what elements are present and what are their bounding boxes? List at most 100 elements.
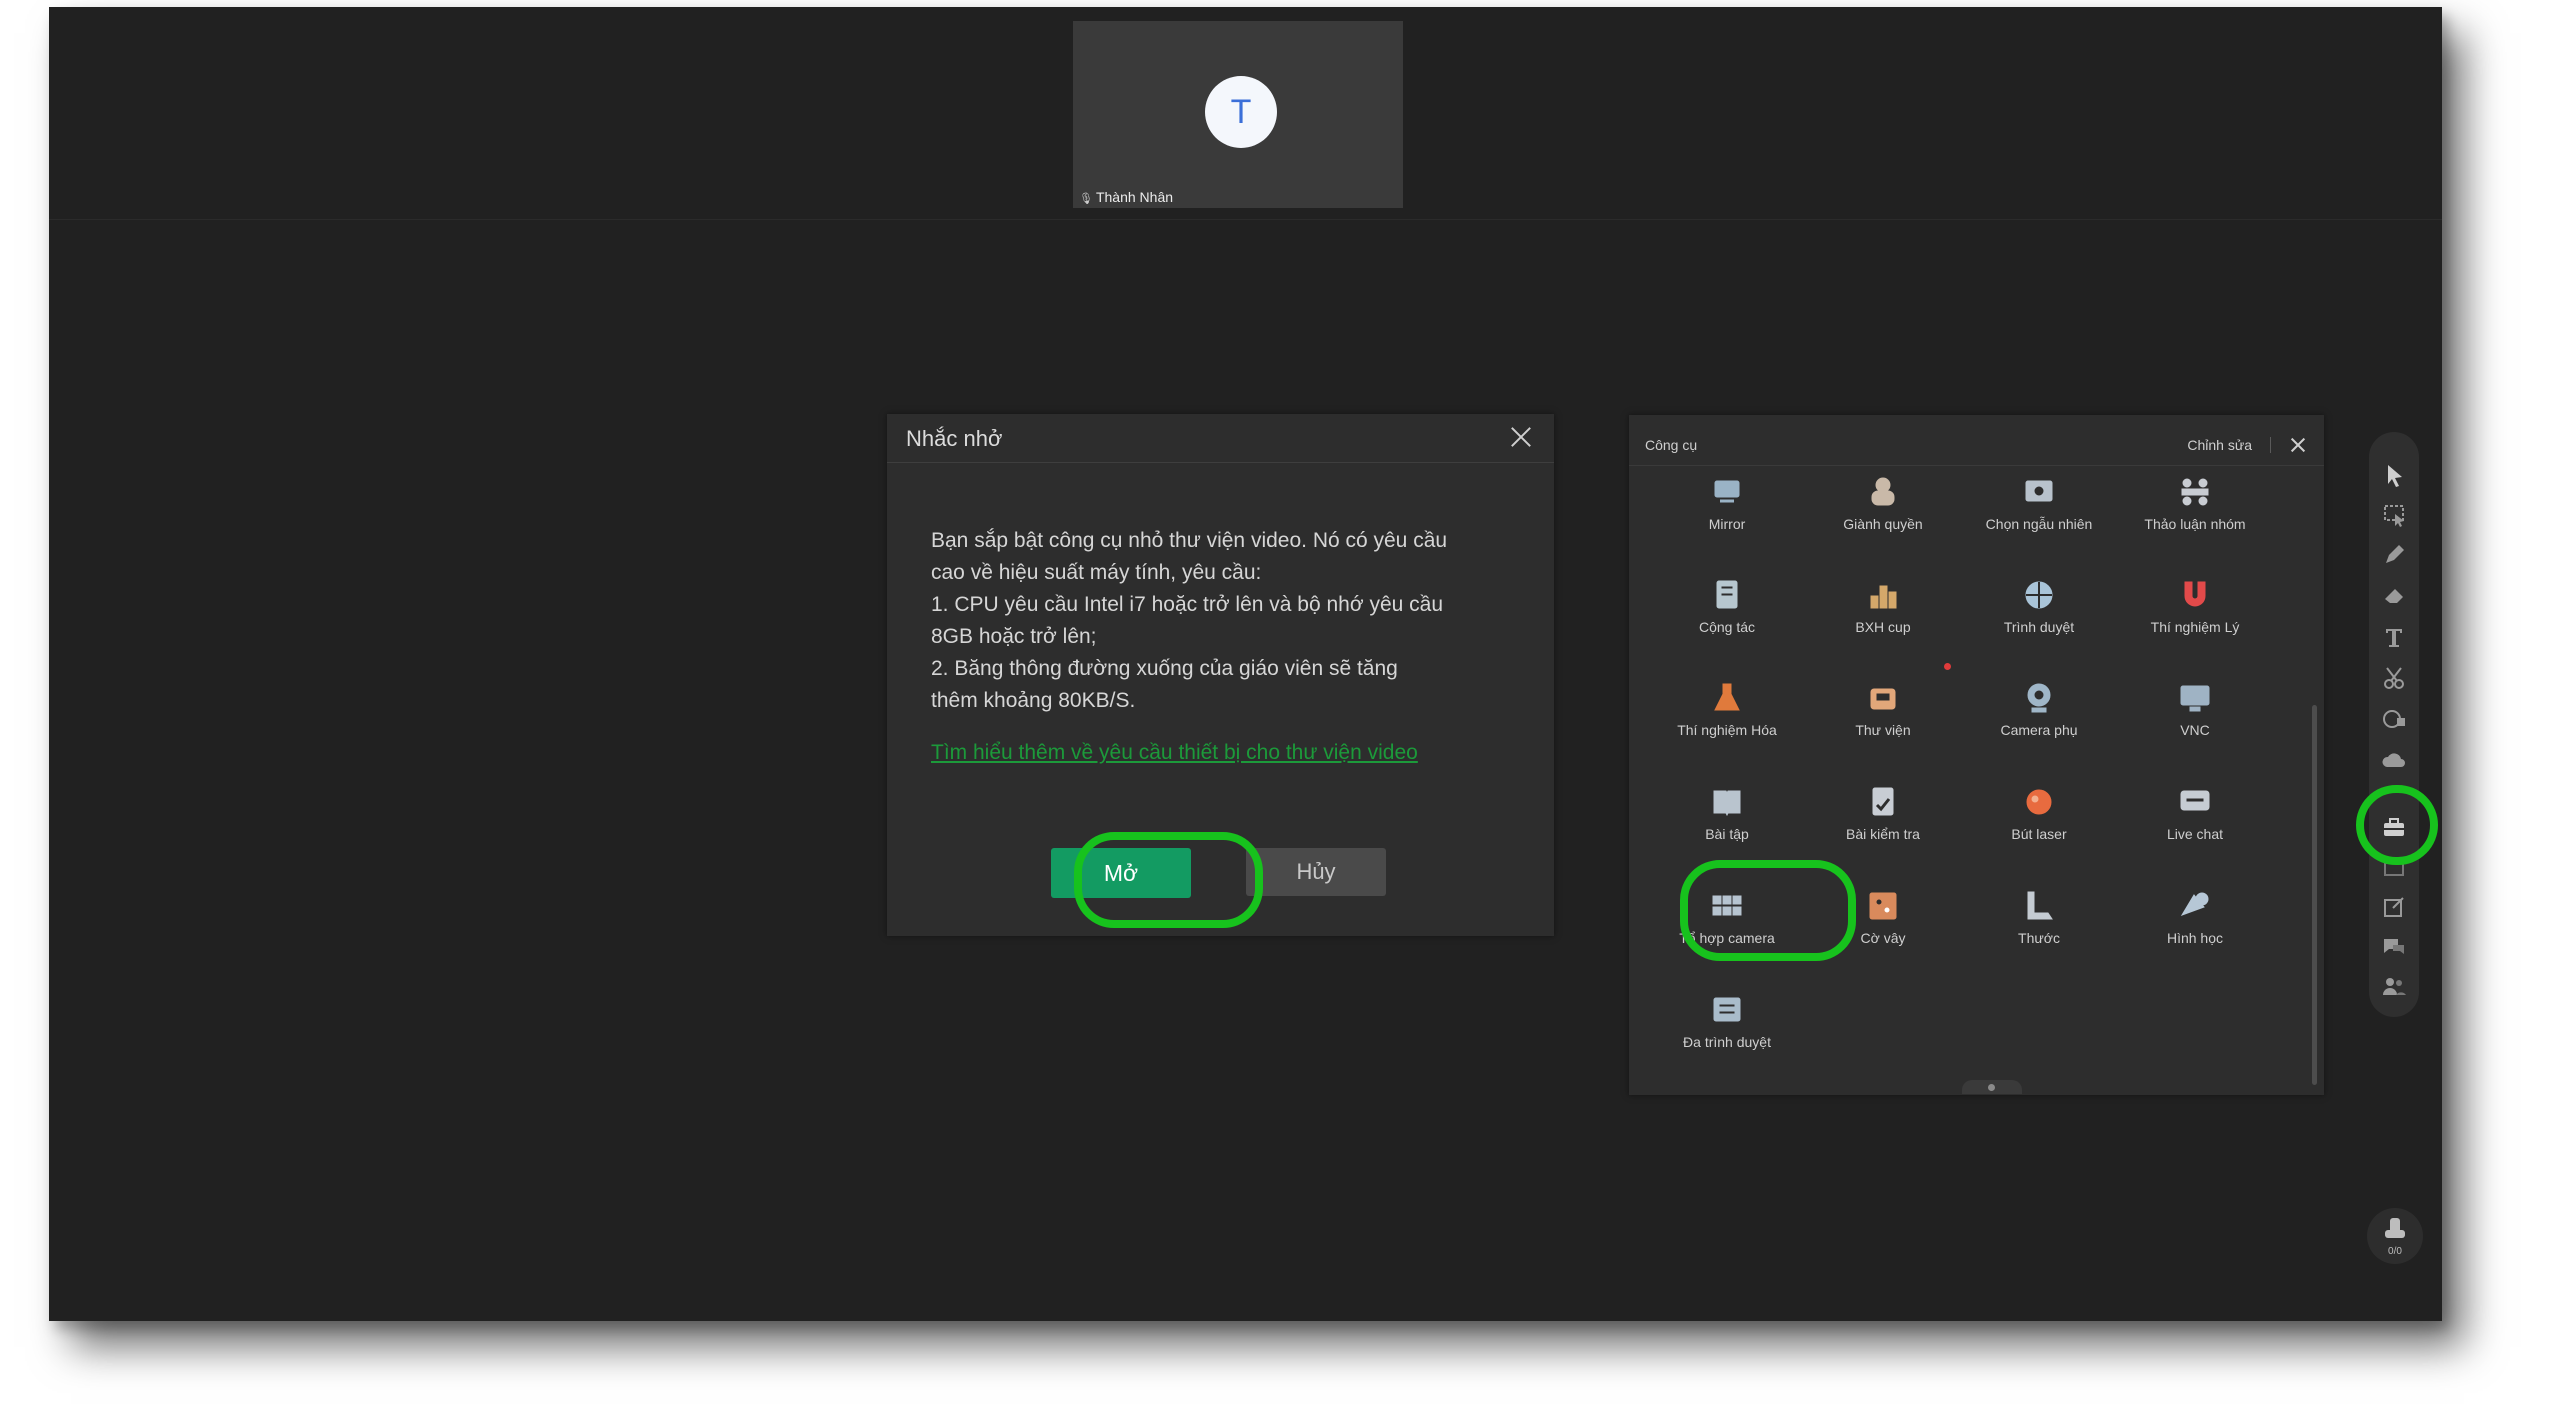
users-icon[interactable] — [2381, 974, 2407, 1000]
dialog-title: Nhắc nhở — [906, 426, 1003, 451]
expand-handle[interactable] — [1962, 1080, 2022, 1094]
scrollbar[interactable] — [2312, 705, 2317, 1085]
live-chat-icon — [2180, 790, 2210, 811]
divider — [1629, 465, 2324, 466]
collaborate-icon — [1716, 580, 1738, 609]
pen-icon[interactable] — [2381, 542, 2407, 568]
tool-item[interactable]: Thí nghiệm Hóa — [1649, 681, 1805, 761]
group-discussion-icon — [2181, 478, 2209, 506]
leaderboard-icon — [1870, 585, 1897, 609]
message-line: cao về hiệu suất máy tính, yêu cầu: — [931, 561, 1262, 584]
tool-item[interactable]: Hình học — [2117, 889, 2273, 969]
close-icon[interactable] — [1506, 422, 1536, 452]
select-icon[interactable] — [2381, 502, 2407, 528]
tool-item[interactable]: Thước — [1961, 889, 2117, 969]
message-line: Bạn sắp bật công cụ nhỏ thư viện video. … — [931, 529, 1448, 552]
browser-icon — [2025, 581, 2053, 609]
tool-item[interactable]: Chọn ngẫu nhiên — [1961, 475, 2117, 555]
tool-item[interactable]: VNC — [2117, 681, 2273, 761]
tool-label: Giành quyền — [1843, 516, 1923, 532]
highlight-camera-grid-tool — [1680, 860, 1856, 961]
tool-item[interactable]: Giành quyền — [1805, 475, 1961, 555]
tool-label: VNC — [2180, 722, 2210, 738]
tool-item[interactable]: Mirror — [1649, 475, 1805, 555]
mic-icon: 🎙 — [1079, 193, 1093, 205]
test-icon — [1872, 787, 1894, 816]
tool-label: Hình học — [2166, 930, 2224, 946]
highlight-open-button — [1074, 832, 1263, 928]
tool-label: Camera phụ — [2000, 722, 2078, 738]
tool-label: BXH cup — [1855, 619, 1911, 635]
chat-icon[interactable] — [2381, 934, 2407, 960]
message-line: 8GB hoặc trở lên; — [931, 625, 1097, 648]
tool-label: Thư viện — [1855, 722, 1911, 738]
tool-label: Mirror — [1708, 516, 1746, 532]
tool-label: Thí nghiệm Hóa — [1677, 722, 1777, 738]
hand-icon — [2385, 1218, 2405, 1238]
tool-item[interactable]: Cộng tác — [1649, 578, 1805, 658]
tool-item[interactable]: Thảo luận nhóm — [2117, 475, 2273, 555]
divider — [49, 219, 2442, 220]
magnet-icon — [2184, 581, 2206, 607]
tool-item[interactable]: Trình duyệt — [1961, 578, 2117, 658]
tool-item[interactable]: Live chat — [2117, 785, 2273, 865]
shape-icon[interactable] — [2381, 706, 2407, 732]
random-pick-icon — [2025, 480, 2053, 502]
tool-label: Đa trình duyệt — [1683, 1034, 1771, 1050]
learn-more-link[interactable]: Tìm hiểu thêm về yêu cầu thiết bị cho th… — [931, 741, 1418, 765]
tool-item[interactable]: Thí nghiệm Lý — [2117, 578, 2273, 658]
tool-label: Bài kiểm tra — [1846, 826, 1920, 842]
counter-label: 0/0 — [2388, 1246, 2402, 1257]
tool-item[interactable]: Bài tập — [1649, 785, 1805, 865]
eraser-icon[interactable] — [2381, 582, 2407, 608]
multi-browser-icon — [1713, 997, 1741, 1022]
scissors-icon[interactable] — [2381, 665, 2407, 691]
text-icon[interactable] — [2381, 624, 2407, 650]
highlight-toolbox-button — [2356, 785, 2438, 865]
laser-pen-icon — [2026, 789, 2052, 815]
ruler-icon — [2027, 891, 2053, 920]
message-line: 2. Băng thông đường xuống của giáo viên … — [931, 657, 1398, 680]
library-icon — [1870, 688, 1896, 710]
vnc-icon — [2180, 685, 2210, 712]
message-line: thêm khoảng 80KB/S. — [931, 689, 1136, 712]
tool-label: Thảo luận nhóm — [2144, 516, 2246, 532]
close-icon[interactable] — [2288, 435, 2308, 455]
message-line: 1. CPU yêu cầu Intel i7 hoặc trở lên và … — [931, 593, 1443, 616]
tool-item[interactable]: BXH cup — [1805, 578, 1961, 658]
tool-label: Live chat — [2166, 826, 2224, 842]
mirror-icon — [1714, 480, 1740, 503]
tool-item[interactable]: Camera phụ — [1961, 681, 2117, 761]
flask-icon — [1714, 683, 1740, 711]
tool-label: Chọn ngẫu nhiên — [1985, 516, 2093, 532]
cancel-button[interactable]: Hủy — [1246, 848, 1386, 896]
tools-panel: Công cụ Chỉnh sửa Mirror Giành quyền Chọn … — [1629, 415, 2324, 1095]
tool-label: Bút laser — [2011, 826, 2067, 842]
tool-item[interactable]: Đa trình duyệt — [1649, 993, 1805, 1073]
edit-icon[interactable] — [2381, 894, 2407, 920]
tool-item[interactable]: Thư viện — [1805, 681, 1961, 761]
participant-avatar: T — [1205, 76, 1277, 148]
tool-item[interactable]: Bài kiểm tra — [1805, 785, 1961, 865]
participant-video-tile[interactable]: T 🎙 Thành Nhân — [1073, 21, 1403, 208]
tool-item[interactable]: Bút laser — [1961, 785, 2117, 865]
geometry-icon — [2180, 892, 2209, 916]
raise-hand-counter[interactable]: 0/0 — [2367, 1208, 2423, 1264]
cursor-icon[interactable] — [2381, 462, 2407, 488]
tool-label: Cộng tác — [1698, 619, 1756, 635]
tool-label: Bài tập — [1705, 826, 1749, 842]
cloud-icon[interactable] — [2381, 747, 2407, 773]
webcam-icon — [2027, 683, 2051, 713]
go-board-icon — [1869, 892, 1897, 920]
dialog-message: Bạn sắp bật công cụ nhỏ thư viện video. … — [931, 525, 1521, 717]
right-toolbar — [2369, 432, 2419, 1017]
notification-dot — [1944, 663, 1951, 670]
edit-button[interactable]: Chỉnh sửa — [2187, 437, 2252, 453]
tool-label: Thước — [2018, 930, 2060, 946]
tools-panel-title: Công cụ — [1645, 437, 1698, 453]
tool-label: Trình duyệt — [2003, 619, 2075, 635]
grab-icon — [1871, 477, 1895, 506]
tool-label: Thí nghiệm Lý — [2150, 619, 2240, 635]
separator — [2270, 437, 2271, 453]
participant-name: Thành Nhân — [1095, 189, 1174, 205]
